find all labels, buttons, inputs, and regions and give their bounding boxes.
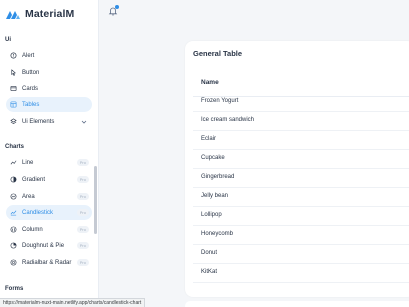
general-table-card: General Table Name Frozen Yogurt Ice cre… (185, 41, 409, 297)
table-row: Cupcake (193, 150, 409, 169)
table-cell: Honeycomb (201, 231, 234, 237)
sidebar-item-gradient[interactable]: Gradient Pro (6, 172, 92, 187)
brand-logo[interactable]: MaterialM (6, 6, 74, 22)
cursor-click-icon (9, 68, 18, 77)
sidebar-item-button[interactable]: Button (6, 65, 92, 80)
sidebar-item-ui-elements[interactable]: Ui Elements (6, 114, 92, 129)
pro-badge: Pro (76, 242, 89, 249)
sidebar-item-label: Alert (22, 52, 35, 59)
sidebar-item-doughnut-pie[interactable]: Doughnut & Pie Pro (6, 238, 92, 253)
sidebar-item-column[interactable]: Column Pro (6, 222, 92, 237)
table-row: Frozen Yogurt (193, 93, 409, 112)
table-row: Eclair (193, 131, 409, 150)
sidebar-item-label: Ui Elements (22, 118, 55, 125)
table-row: Gingerbread (193, 169, 409, 188)
candlestick-icon (9, 208, 18, 217)
table-row: Honeycomb (193, 226, 409, 245)
pro-badge: Pro (76, 226, 89, 233)
pro-badge: Pro (76, 176, 89, 183)
table-row: Donut (193, 245, 409, 264)
table-cell: KitKat (201, 269, 218, 275)
materialm-logo-icon (6, 10, 20, 19)
sidebar-item-label: Tables (22, 101, 40, 108)
table-cell: Eclair (201, 136, 217, 142)
brand-name: MaterialM (25, 8, 75, 20)
pie-chart-icon (9, 241, 18, 250)
pro-badge: Pro (76, 193, 89, 200)
notification-dot (115, 5, 119, 9)
table-cell: Frozen Yogurt (201, 98, 239, 104)
sidebar-item-label: Column (22, 226, 43, 233)
table-icon (9, 100, 18, 109)
sidebar-item-label: Line (22, 159, 34, 166)
chevron-down-icon (81, 120, 87, 124)
table-cell: Donut (201, 250, 218, 256)
sidebar-item-label: Button (22, 69, 40, 76)
sidebar-scrollbar[interactable] (94, 166, 97, 234)
next-card (185, 301, 409, 307)
sidebar-item-tables[interactable]: Tables (6, 97, 92, 112)
nav-heading-forms: Forms (5, 286, 24, 292)
sidebar-item-label: Area (22, 193, 35, 200)
card-title: General Table (193, 49, 243, 58)
sidebar-item-cards[interactable]: Cards (6, 81, 92, 96)
pro-badge: Pro (76, 209, 89, 216)
sidebar-item-candlestick[interactable]: Candlestick Pro (6, 205, 92, 220)
sidebar-item-area[interactable]: Area Pro (6, 189, 92, 204)
sidebar-item-label: Doughnut & Pie (22, 242, 65, 249)
table-row: Ice cream sandwich (193, 112, 409, 131)
pro-badge: Pro (76, 159, 89, 166)
layers-icon (9, 117, 18, 126)
gradient-icon (9, 175, 18, 184)
table-cell: Gingerbread (201, 174, 235, 180)
sidebar-item-label: Gradient (22, 176, 46, 183)
pro-badge: Pro (76, 259, 89, 266)
table-cell: Ice cream sandwich (201, 117, 255, 123)
sidebar-item-line[interactable]: Line Pro (6, 155, 92, 170)
alert-icon (9, 51, 18, 60)
card-icon (9, 84, 18, 93)
sidebar-item-label: Cards (22, 85, 39, 92)
table-cell: Jelly bean (201, 193, 229, 199)
table-cell: Lollipop (201, 212, 222, 218)
line-chart-icon (9, 158, 18, 167)
sidebar: MaterialM Ui Alert Button Cards Tables U… (0, 0, 99, 307)
table-row: KitKat (193, 264, 409, 283)
table-cell: Cupcake (201, 155, 225, 161)
sidebar-item-label: Radialbar & Radar (22, 259, 72, 266)
column-chart-icon (9, 225, 18, 234)
table-row: Jelly bean (193, 188, 409, 207)
table-row: Lollipop (193, 207, 409, 226)
sidebar-item-radialbar-radar[interactable]: Radialbar & Radar Pro (6, 255, 92, 270)
sidebar-item-label: Candlestick (22, 209, 54, 216)
area-chart-icon (9, 192, 18, 201)
radar-chart-icon (9, 258, 18, 267)
column-header-name: Name (201, 79, 219, 86)
nav-heading-ui: Ui (5, 37, 11, 43)
nav-heading-charts: Charts (5, 144, 25, 150)
sidebar-item-alert[interactable]: Alert (6, 48, 92, 63)
link-status-bar: https://materialm-nuxt-main.netlify.app/… (0, 298, 146, 307)
